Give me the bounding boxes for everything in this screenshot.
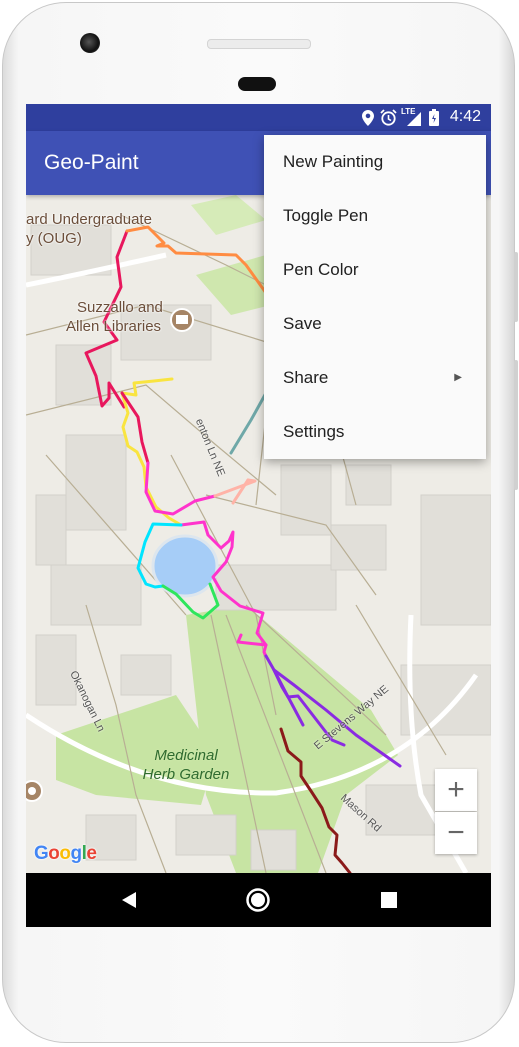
recents-icon[interactable]: [371, 873, 407, 927]
map-label-garden: Medicinal Herb Garden: [130, 746, 242, 784]
map-label-library: Allen Libraries: [66, 318, 162, 335]
app-title: Geo-Paint: [44, 151, 139, 174]
network-type: LTE: [401, 106, 416, 116]
volume-button: [514, 360, 518, 490]
status-time: 4:42: [449, 108, 481, 125]
triangle-right-icon: ▶: [454, 372, 462, 383]
map-label-library: Suzzallo and: [77, 299, 163, 316]
power-button: [514, 252, 518, 322]
map-label-ugl: ard Undergraduate: [26, 211, 152, 228]
signal-icon: LTE: [401, 106, 423, 126]
overflow-menu: New Painting Toggle Pen Pen Color Save S…: [264, 135, 486, 459]
map-label-ugl: y (OUG): [26, 230, 82, 247]
google-attribution: Google: [34, 843, 97, 864]
menu-item-share-label: Share: [283, 368, 329, 387]
home-icon[interactable]: [240, 873, 276, 927]
location-icon: [362, 109, 374, 126]
top-speaker: [207, 39, 311, 49]
status-icons: LTE: [362, 106, 439, 126]
earpiece: [238, 77, 276, 91]
map-label-garden-line: Medicinal: [154, 747, 218, 764]
library-icon-book: [176, 315, 188, 324]
menu-item-new-painting[interactable]: New Painting: [264, 135, 486, 189]
navigation-bar: [26, 873, 491, 927]
alarm-icon: [380, 109, 397, 126]
menu-item-toggle-pen[interactable]: Toggle Pen: [264, 189, 486, 243]
status-bar: LTE 4:42: [26, 104, 491, 131]
zoom-out-button[interactable]: −: [435, 812, 477, 854]
screen: LTE 4:42 Geo-Paint ard Undergraduate y (…: [26, 104, 491, 927]
back-icon[interactable]: [111, 873, 147, 927]
menu-item-share[interactable]: Share ▶: [264, 351, 486, 405]
menu-item-settings[interactable]: Settings: [264, 405, 486, 459]
battery-icon: [429, 109, 439, 126]
front-camera: [80, 33, 100, 53]
zoom-in-button[interactable]: +: [435, 769, 477, 811]
menu-item-save[interactable]: Save: [264, 297, 486, 351]
menu-item-pen-color[interactable]: Pen Color: [264, 243, 486, 297]
map-label-garden-line: Herb Garden: [142, 766, 230, 783]
